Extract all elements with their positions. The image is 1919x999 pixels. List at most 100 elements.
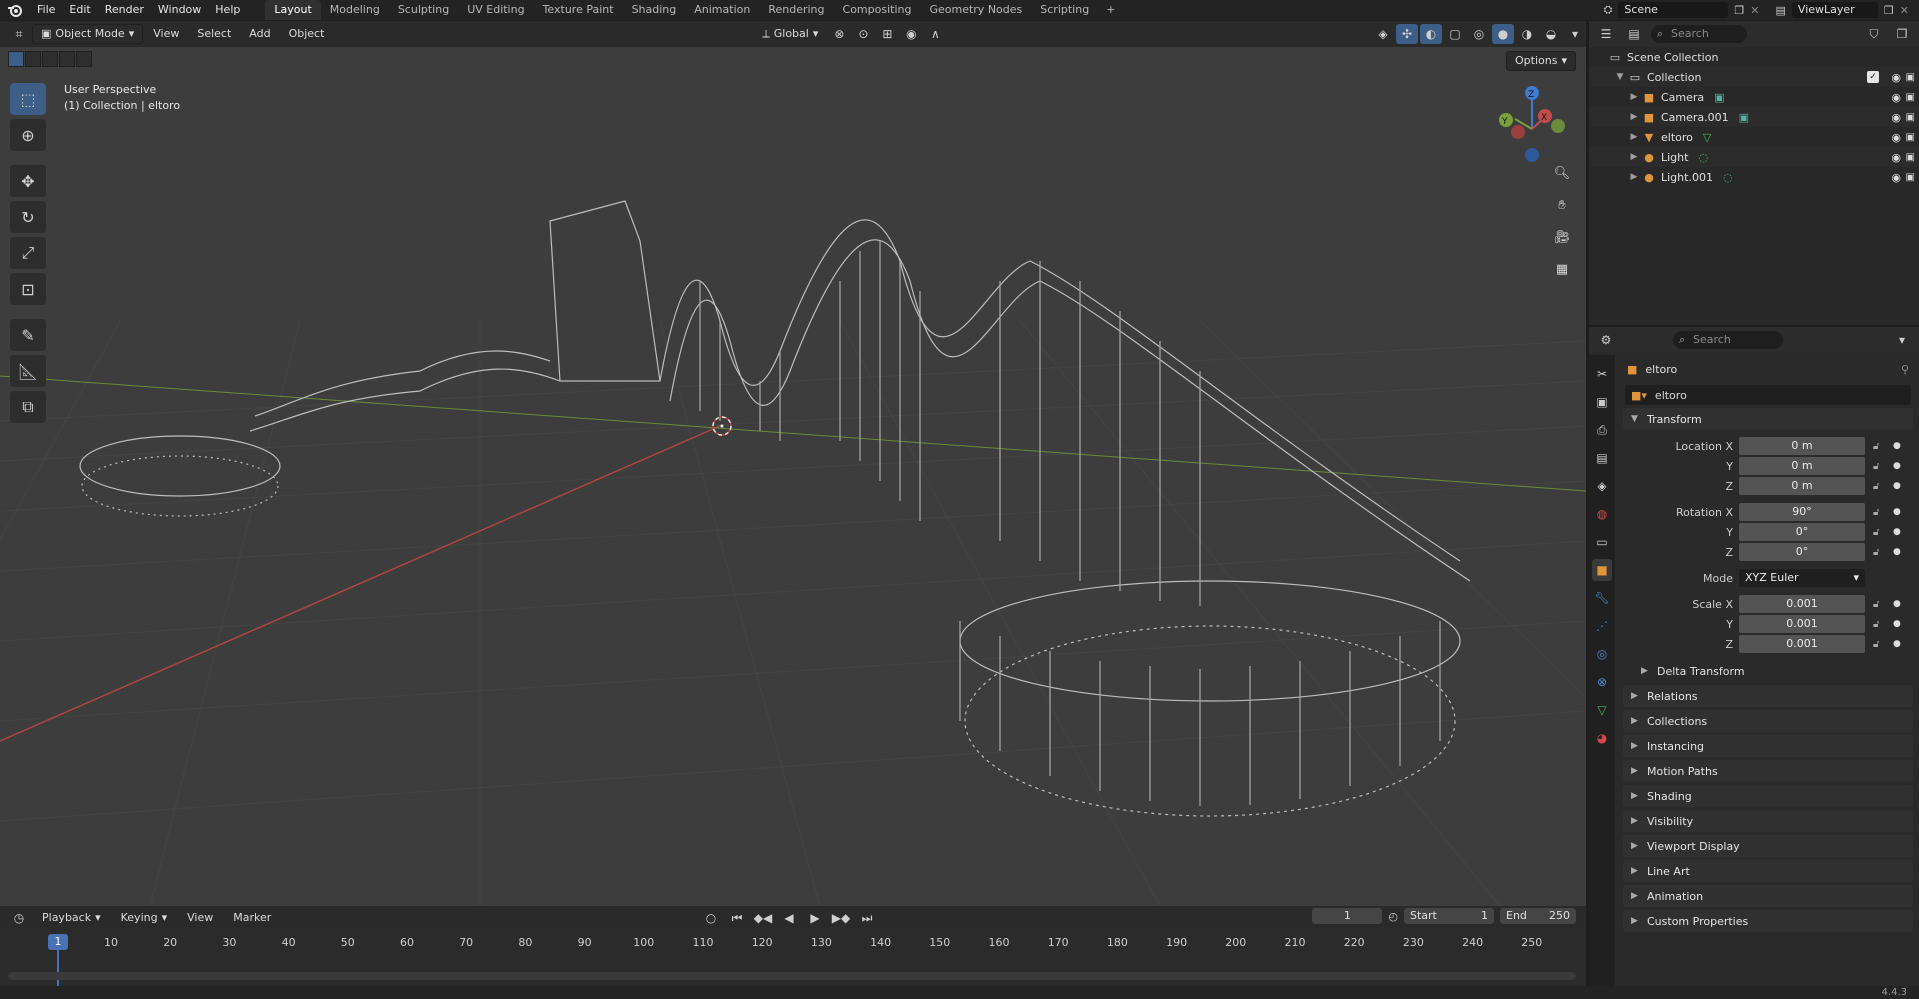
rotation-z-field[interactable]: 0°	[1739, 543, 1865, 561]
annotate-tool-icon[interactable]: ✎	[10, 319, 46, 351]
proportional-edit-icon[interactable]: ◉	[900, 24, 922, 44]
render-camera-icon[interactable]: ▣	[1906, 112, 1915, 123]
chevron-right-icon[interactable]: ▶	[1627, 152, 1641, 162]
3d-viewport[interactable]: Z Y X ⌗ ▣ Object Mode ▾ View Select Add Ob…	[0, 21, 1586, 906]
rotation-y-field[interactable]: 0°	[1739, 523, 1865, 541]
tab-modeling[interactable]: Modeling	[321, 0, 389, 20]
render-camera-icon[interactable]: ▣	[1906, 172, 1915, 183]
mesh-data-icon[interactable]: ▽	[1703, 131, 1711, 144]
tab-sculpting[interactable]: Sculpting	[389, 0, 458, 20]
menu-window[interactable]: Window	[151, 0, 208, 20]
lock-icon[interactable]: 🔓︎	[1873, 639, 1879, 650]
tab-animation[interactable]: Animation	[685, 0, 759, 20]
panel-viewport-display[interactable]: ▶ Viewport Display	[1623, 835, 1913, 857]
timeline-editor[interactable]: ◷ Playback ▾ Keying ▾ View Marker ○ ⏮ ◆◀ ◀…	[0, 906, 1586, 994]
world-tab-icon[interactable]: ◍	[1592, 503, 1612, 525]
panel-motion-paths[interactable]: ▶ Motion Paths	[1623, 760, 1913, 782]
menu-add[interactable]: Add	[241, 24, 278, 44]
perspective-toggle-icon[interactable]: ▦	[1550, 257, 1574, 281]
new-collection-icon[interactable]: ❐	[1891, 24, 1913, 44]
menu-file[interactable]: File	[30, 0, 62, 20]
cursor-tool-icon[interactable]: ⊕	[10, 119, 46, 151]
add-workspace-button[interactable]: +	[1098, 0, 1123, 20]
solid-shading-icon[interactable]: ●	[1492, 24, 1514, 44]
chevron-right-icon[interactable]: ▶	[1627, 132, 1641, 142]
snap-icon[interactable]: ⊙	[852, 24, 874, 44]
scale-y-field[interactable]: 0.001	[1739, 615, 1865, 633]
keyframe-dot-icon[interactable]: ●	[1893, 547, 1901, 557]
keyframe-dot-icon[interactable]: ●	[1893, 441, 1901, 451]
lock-icon[interactable]: 🔓︎	[1873, 527, 1879, 538]
eye-icon[interactable]: ◉	[1891, 131, 1901, 144]
data-tab-icon[interactable]: ▽	[1592, 699, 1612, 721]
menu-marker[interactable]: Marker	[225, 908, 279, 928]
keyframe-dot-icon[interactable]: ●	[1893, 619, 1901, 629]
render-camera-icon[interactable]: ▣	[1906, 152, 1915, 163]
chevron-right-icon[interactable]: ▶	[1627, 92, 1641, 102]
pin-icon[interactable]: ⚲	[1901, 363, 1909, 376]
keyframe-dot-icon[interactable]: ●	[1893, 527, 1901, 537]
overlay-toggle-icon[interactable]: ◐	[1420, 24, 1442, 44]
frame-ruler[interactable]: 10 20 30 40 50 60 70 80 90 100 110 120 130 140 150 160 1…	[0, 936, 1586, 958]
measure-tool-icon[interactable]: 📐︎	[10, 355, 46, 387]
eye-icon[interactable]: ◉	[1891, 111, 1901, 124]
tab-scripting[interactable]: Scripting	[1031, 0, 1098, 20]
select-invert-icon[interactable]	[59, 51, 75, 67]
keyframe-dot-icon[interactable]: ●	[1893, 481, 1901, 491]
lock-icon[interactable]: 🔓︎	[1873, 619, 1879, 630]
exclude-checkbox[interactable]: ✓	[1867, 71, 1879, 83]
panel-visibility[interactable]: ▶ Visibility	[1623, 810, 1913, 832]
keyframe-dot-icon[interactable]: ●	[1893, 639, 1901, 649]
panel-collections[interactable]: ▶ Collections	[1623, 710, 1913, 732]
outliner-item-light-001[interactable]: ▶ ● Light.001 ◌ ◉ ▣	[1589, 167, 1919, 187]
chevron-right-icon[interactable]: ▶	[1627, 172, 1641, 182]
menu-object[interactable]: Object	[281, 24, 333, 44]
keyframe-dot-icon[interactable]: ●	[1893, 461, 1901, 471]
transform-tool-icon[interactable]: ⊡	[10, 273, 46, 305]
lock-icon[interactable]: 🔓︎	[1873, 507, 1879, 518]
view-layer-tab-icon[interactable]: ▤	[1592, 447, 1612, 469]
snap-target-icon[interactable]: ⊞	[876, 24, 898, 44]
editor-type-icon[interactable]: ⌗	[8, 24, 30, 44]
select-intersect-icon[interactable]	[76, 51, 92, 67]
jump-start-icon[interactable]: ⏮	[726, 908, 748, 928]
filter-icon[interactable]: ⛉	[1863, 24, 1885, 44]
object-datablock-field[interactable]: ■▾ eltoro	[1625, 385, 1911, 405]
blender-logo-icon[interactable]	[0, 0, 30, 20]
object-tab-icon[interactable]: ■	[1592, 559, 1612, 581]
pivot-icon[interactable]: ⊗	[828, 24, 850, 44]
keyframe-dot-icon[interactable]: ●	[1893, 507, 1901, 517]
keyframe-dot-icon[interactable]: ●	[1893, 599, 1901, 609]
prev-keyframe-icon[interactable]: ◆◀	[752, 908, 774, 928]
panel-instancing[interactable]: ▶ Instancing	[1623, 735, 1913, 757]
transform-orientation-selector[interactable]: ⟂ Global ▾	[754, 24, 826, 44]
light-data-icon[interactable]: ◌	[1723, 171, 1733, 184]
delete-view-layer-icon[interactable]: ✕	[1900, 4, 1909, 17]
zoom-icon[interactable]: 🔍︎	[1550, 161, 1574, 185]
new-view-layer-icon[interactable]: ❐	[1884, 4, 1894, 17]
material-shading-icon[interactable]: ◑	[1516, 24, 1538, 44]
mode-selector[interactable]: ▣ Object Mode ▾	[32, 24, 144, 44]
location-y-field[interactable]: 0 m	[1739, 457, 1865, 475]
tab-geometry-nodes[interactable]: Geometry Nodes	[920, 0, 1031, 20]
visibility-filter-icon[interactable]: ◈	[1372, 24, 1394, 44]
play-icon[interactable]: ▶	[804, 908, 826, 928]
add-cube-tool-icon[interactable]: ⧉	[10, 391, 46, 423]
chevron-right-icon[interactable]: ▶	[1627, 112, 1641, 122]
rendered-shading-icon[interactable]: ◒	[1540, 24, 1562, 44]
render-camera-icon[interactable]: ▣	[1906, 132, 1915, 143]
panel-shading[interactable]: ▶ Shading	[1623, 785, 1913, 807]
panel-animation[interactable]: ▶ Animation	[1623, 885, 1913, 907]
tab-rendering[interactable]: Rendering	[759, 0, 833, 20]
material-tab-icon[interactable]: ◕	[1592, 727, 1612, 749]
shading-options-icon[interactable]: ▾	[1564, 24, 1586, 44]
transform-panel-header[interactable]: ▼ Transform	[1623, 408, 1913, 430]
falloff-icon[interactable]: ∧	[924, 24, 946, 44]
timeline-editor-type-icon[interactable]: ◷	[8, 908, 30, 928]
tab-layout[interactable]: Layout	[265, 0, 321, 20]
rotation-mode-select[interactable]: XYZ Euler ▾	[1739, 569, 1865, 587]
lock-icon[interactable]: 🔓︎	[1873, 441, 1879, 452]
menu-timeline-view[interactable]: View	[179, 908, 221, 928]
panel-relations[interactable]: ▶ Relations	[1623, 685, 1913, 707]
outliner-item-light[interactable]: ▶ ● Light ◌ ◉ ▣	[1589, 147, 1919, 167]
